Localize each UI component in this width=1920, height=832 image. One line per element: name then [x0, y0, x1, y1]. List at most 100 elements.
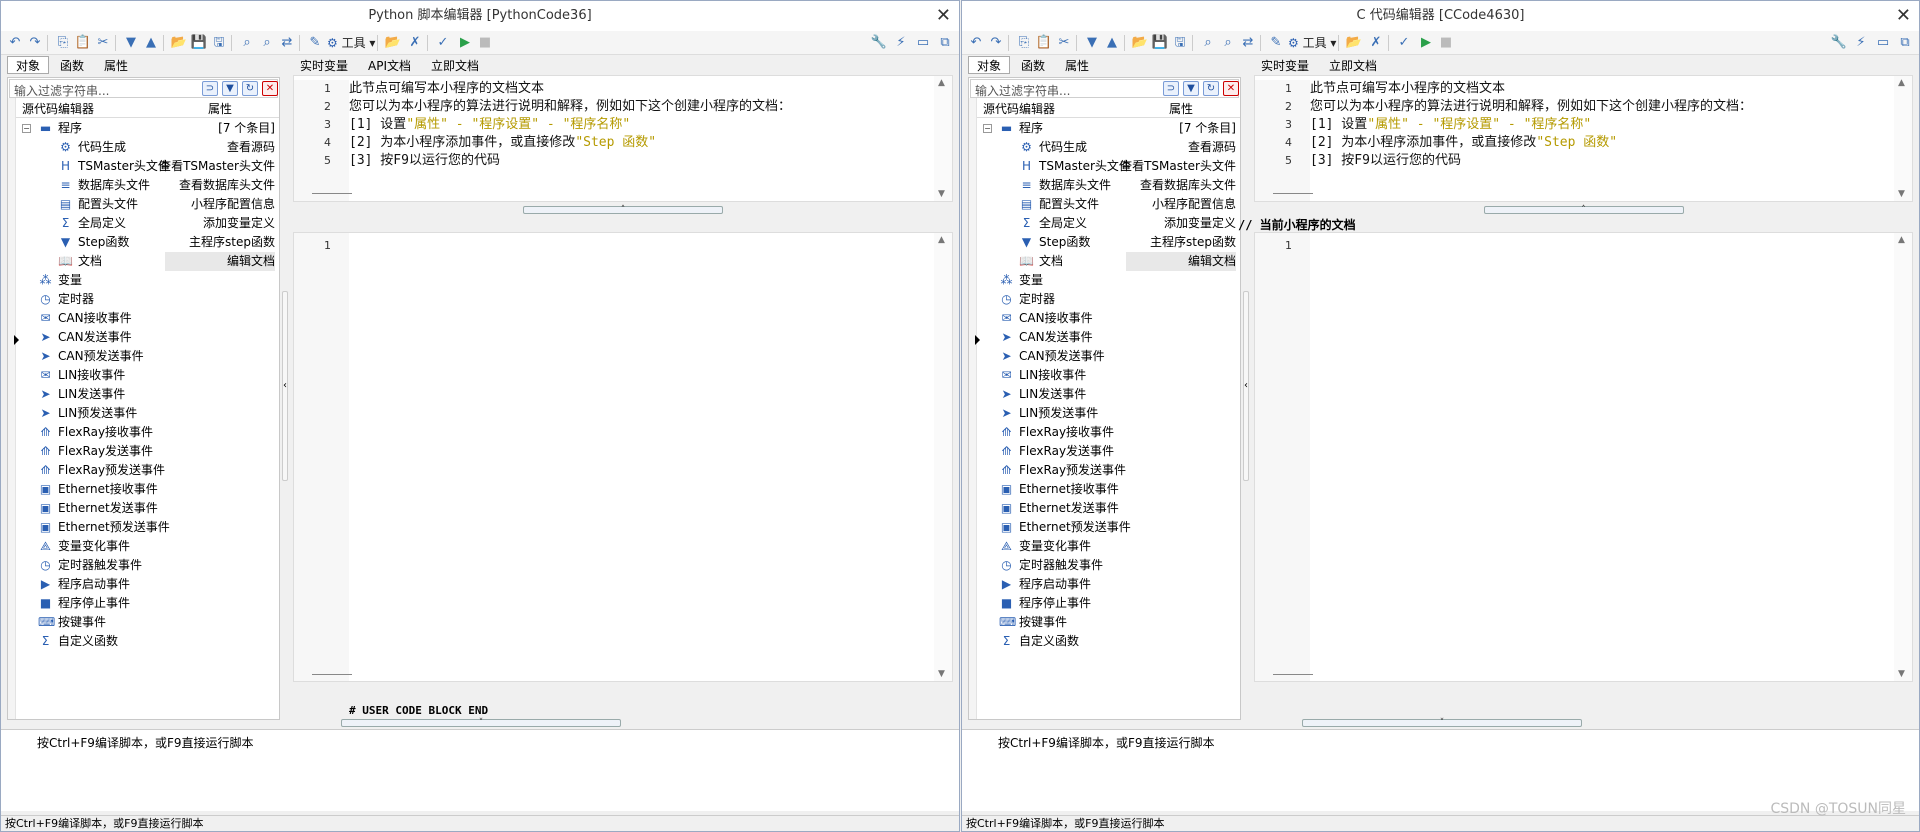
- search-icon[interactable]: ⌕: [1198, 34, 1218, 52]
- wrench-icon[interactable]: 🔧: [869, 34, 889, 52]
- tree-row-event[interactable]: ▣ Ethernet发送事件: [969, 499, 1240, 518]
- tree-row-event[interactable]: ✉ CAN接收事件: [969, 309, 1240, 328]
- tree-row-event[interactable]: ◷ 定时器: [8, 290, 279, 309]
- tree-row-event[interactable]: ◷ 定时器: [969, 290, 1240, 309]
- tab-functions[interactable]: 函数: [1012, 56, 1054, 74]
- tree-row-event[interactable]: ✉ LIN接收事件: [8, 366, 279, 385]
- filter-input[interactable]: 输入过滤字符串...: [975, 82, 1070, 99]
- window-icon[interactable]: ▭: [1873, 34, 1893, 52]
- tools-menu-button[interactable]: ⚙ 工具 ▾: [325, 34, 377, 52]
- code-area[interactable]: [349, 233, 932, 681]
- doc-scrollbar[interactable]: ▲ ▼: [934, 76, 952, 201]
- code-area[interactable]: [1310, 233, 1892, 681]
- clear-filter-icon[interactable]: ✕: [1223, 81, 1239, 96]
- run-icon[interactable]: ▶: [455, 34, 475, 52]
- tree-row-event[interactable]: ➤ CAN发送事件: [8, 328, 279, 347]
- doc-hscroll-thumb[interactable]: [1273, 193, 1313, 194]
- filter-apply-icon[interactable]: ⊃: [202, 81, 218, 96]
- tree-row-header-h[interactable]: H TSMaster头文件 查看TSMaster头文件: [8, 157, 279, 176]
- editor-splitter[interactable]: ˅: [1302, 719, 1582, 728]
- tree-row-database[interactable]: ≡ 数据库头文件 查看数据库头文件: [8, 176, 279, 195]
- doc-splitter[interactable]: ˄: [1483, 206, 1684, 215]
- compile-icon[interactable]: ✓: [1394, 34, 1414, 52]
- move-down-icon[interactable]: ▼: [121, 34, 141, 52]
- filter-box[interactable]: 输入过滤字符串... ⊃ ▼ ↻ ✕: [970, 79, 1239, 98]
- editor-scrollbar[interactable]: ▲ ▼: [1894, 233, 1912, 681]
- tree-row-event[interactable]: ■ 程序停止事件: [8, 594, 279, 613]
- redo-icon[interactable]: ↷: [986, 34, 1006, 52]
- tree-row-config[interactable]: ▤ 配置头文件 小程序配置信息: [969, 195, 1240, 214]
- scroll-down-icon[interactable]: ▼: [938, 189, 945, 199]
- refresh-icon[interactable]: ↻: [1203, 81, 1219, 96]
- tab-1[interactable]: 立即文档: [1320, 56, 1386, 74]
- save-as-icon[interactable]: 🖫: [1170, 34, 1190, 52]
- close-button[interactable]: ✕: [936, 1, 951, 31]
- tree-row-event[interactable]: ⟰ FlexRay接收事件: [969, 423, 1240, 442]
- tree-row-header-h[interactable]: H TSMaster头文件 查看TSMaster头文件: [969, 157, 1240, 176]
- tab-objects[interactable]: 对象: [7, 56, 50, 74]
- tree-row-event[interactable]: ⟰ FlexRay预发送事件: [8, 461, 279, 480]
- tree-row-event[interactable]: ✉ CAN接收事件: [8, 309, 279, 328]
- move-up-icon[interactable]: ▲: [141, 34, 161, 52]
- code-editor[interactable]: 1 ▲ ▼: [1254, 232, 1913, 682]
- tree-row-event[interactable]: ▣ Ethernet接收事件: [969, 480, 1240, 499]
- vertical-splitter[interactable]: ‹: [282, 291, 288, 481]
- tree-row-event[interactable]: ⌨ 按键事件: [969, 613, 1240, 632]
- scroll-down-icon[interactable]: ▼: [938, 669, 945, 679]
- search-next-icon[interactable]: ⌕: [257, 34, 277, 52]
- tree-row-event[interactable]: ➤ CAN发送事件: [969, 328, 1240, 347]
- editor-splitter[interactable]: ˅: [341, 719, 621, 728]
- tree-row-event[interactable]: ■ 程序停止事件: [969, 594, 1240, 613]
- save-icon[interactable]: 💾: [189, 34, 209, 52]
- tree-row-event[interactable]: ➤ LIN发送事件: [969, 385, 1240, 404]
- save-icon[interactable]: 💾: [1150, 34, 1170, 52]
- paste-icon[interactable]: 📋: [1034, 34, 1054, 52]
- tree-row-event[interactable]: ◷ 定时器触发事件: [8, 556, 279, 575]
- doc-hscroll-thumb[interactable]: [312, 193, 352, 194]
- filter-input[interactable]: 输入过滤字符串...: [14, 82, 109, 99]
- scroll-up-icon[interactable]: ▲: [1898, 235, 1905, 245]
- filter-apply-icon[interactable]: ⊃: [1163, 81, 1179, 96]
- move-up-icon[interactable]: ▲: [1102, 34, 1122, 52]
- tree-row-event[interactable]: ➤ LIN预发送事件: [8, 404, 279, 423]
- cut-icon[interactable]: ✂: [93, 34, 113, 52]
- tree-row-event[interactable]: Σ 自定义函数: [969, 632, 1240, 651]
- tree-row-book[interactable]: 📖 文档 编辑文档: [969, 252, 1240, 271]
- tree-row-event[interactable]: ▣ Ethernet接收事件: [8, 480, 279, 499]
- tab-objects[interactable]: 对象: [968, 56, 1011, 74]
- scroll-down-icon[interactable]: ▼: [1898, 669, 1905, 679]
- tree-row-event[interactable]: ▣ Ethernet预发送事件: [969, 518, 1240, 537]
- tree-row-global-def[interactable]: Σ 全局定义 添加变量定义: [8, 214, 279, 233]
- tree-row-config[interactable]: ▤ 配置头文件 小程序配置信息: [8, 195, 279, 214]
- collapse-icon[interactable]: −: [983, 124, 992, 133]
- tree-row-event[interactable]: ➤ CAN预发送事件: [8, 347, 279, 366]
- refresh-icon[interactable]: ↻: [242, 81, 258, 96]
- tree-row-event[interactable]: ⟰ FlexRay发送事件: [969, 442, 1240, 461]
- code-editor[interactable]: 1 ▲ ▼: [293, 232, 953, 682]
- cut-icon[interactable]: ✂: [1054, 34, 1074, 52]
- scroll-up-icon[interactable]: ▲: [1898, 78, 1905, 88]
- tree-row-event[interactable]: ⟰ FlexRay接收事件: [8, 423, 279, 442]
- tree-row-event[interactable]: ⌨ 按键事件: [8, 613, 279, 632]
- tree-row-event[interactable]: Σ 自定义函数: [8, 632, 279, 651]
- edit-icon[interactable]: ✎: [1266, 34, 1286, 52]
- tree-row-step-triangle[interactable]: ▼ Step函数 主程序step函数: [8, 233, 279, 252]
- edit-icon[interactable]: ✎: [305, 34, 325, 52]
- doc-scrollbar[interactable]: ▲ ▼: [1894, 76, 1912, 201]
- redo-icon[interactable]: ↷: [25, 34, 45, 52]
- search-icon[interactable]: ⌕: [237, 34, 257, 52]
- stop-icon[interactable]: ■: [1436, 34, 1456, 52]
- lightning-icon[interactable]: ⚡: [891, 34, 911, 52]
- lightning-icon[interactable]: ⚡: [1851, 34, 1871, 52]
- tree-row-event[interactable]: ⁂ 变量: [8, 271, 279, 290]
- search-next-icon[interactable]: ⌕: [1218, 34, 1238, 52]
- tree-row-event[interactable]: ⟰ FlexRay预发送事件: [969, 461, 1240, 480]
- tab-0[interactable]: 实时变量: [1252, 56, 1318, 74]
- tree-row-database[interactable]: ≡ 数据库头文件 查看数据库头文件: [969, 176, 1240, 195]
- document-text[interactable]: 此节点可编写本小程序的文档文本 您可以为本小程序的算法进行说明和解释，例如如下这个…: [1310, 80, 1892, 201]
- tree-row-event[interactable]: ➤ LIN预发送事件: [969, 404, 1240, 423]
- run-icon[interactable]: ▶: [1416, 34, 1436, 52]
- scroll-up-icon[interactable]: ▲: [938, 78, 945, 88]
- window-icon[interactable]: ▭: [913, 34, 933, 52]
- tab-properties[interactable]: 属性: [95, 56, 137, 74]
